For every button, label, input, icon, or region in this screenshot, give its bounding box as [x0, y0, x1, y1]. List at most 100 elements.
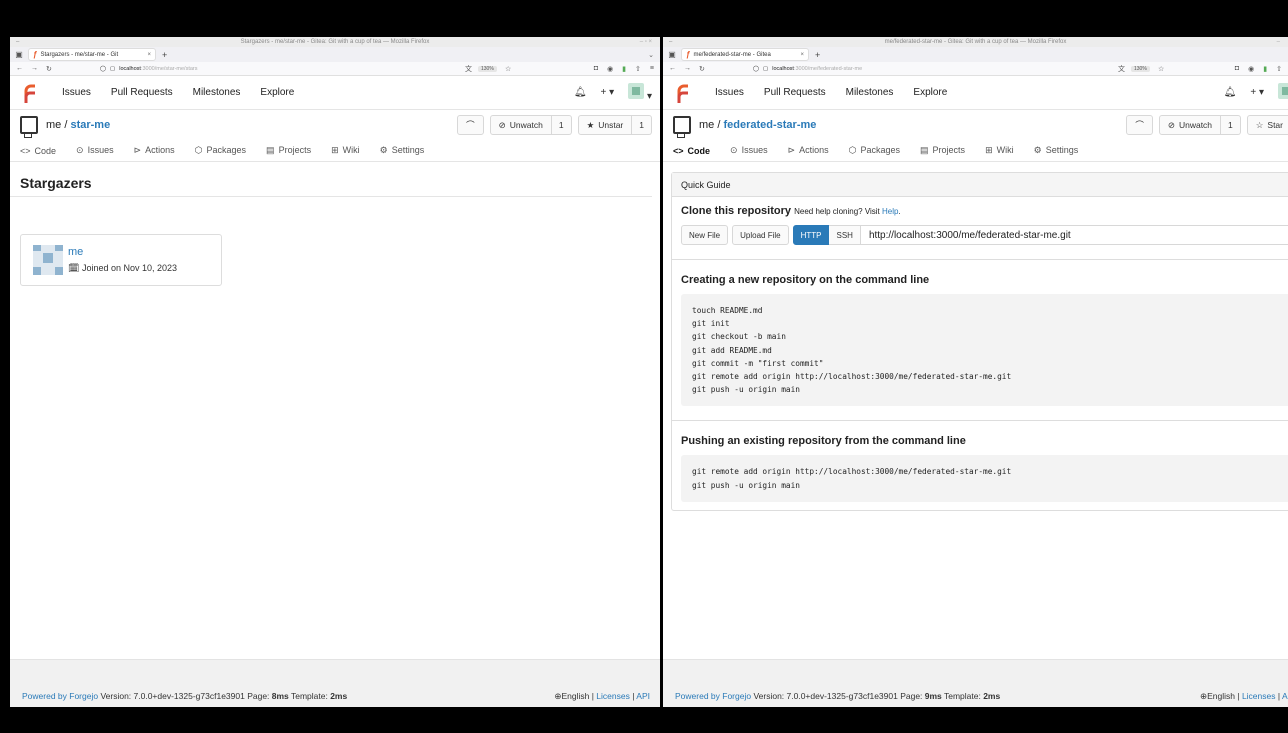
tab-issues[interactable]: ⊙ Issues: [76, 145, 114, 156]
tab-code[interactable]: <> Code: [673, 146, 710, 156]
star-count[interactable]: 1: [632, 115, 652, 135]
language-selector[interactable]: English: [561, 691, 589, 701]
watch-count[interactable]: 1: [1221, 115, 1241, 135]
back-icon[interactable]: ←: [16, 65, 23, 72]
extension-icon[interactable]: ▮: [622, 65, 626, 73]
tab-settings[interactable]: ⚙ Settings: [1034, 145, 1079, 156]
main-nav: Issues Pull Requests Milestones Explore: [62, 87, 294, 98]
share-icon[interactable]: ⇧: [635, 65, 641, 73]
licenses-link[interactable]: Licenses: [1242, 691, 1276, 701]
tab-code[interactable]: <> Code: [20, 146, 56, 156]
repo-owner-link[interactable]: me /: [46, 119, 67, 131]
user-avatar[interactable]: [1278, 83, 1288, 102]
reload-icon[interactable]: ↻: [46, 65, 52, 73]
extension-icon[interactable]: ▮: [1263, 65, 1267, 73]
nav-issues[interactable]: Issues: [715, 87, 744, 98]
tab-wiki[interactable]: ⊞ Wiki: [331, 145, 360, 156]
zoom-level[interactable]: 130%: [1131, 65, 1150, 72]
ssh-button[interactable]: SSH: [829, 225, 861, 245]
window-menu-icon[interactable]: –: [16, 37, 19, 47]
tab-overview-icon[interactable]: ▣: [14, 50, 24, 59]
reload-icon[interactable]: ↻: [699, 65, 705, 73]
api-link[interactable]: API: [636, 691, 650, 701]
tab-wiki[interactable]: ⊞ Wiki: [985, 145, 1014, 156]
tab-packages[interactable]: ⬡ Packages: [195, 145, 246, 156]
pocket-icon[interactable]: ◘: [594, 65, 598, 73]
nav-pull-requests[interactable]: Pull Requests: [764, 87, 826, 98]
forgejo-logo-icon[interactable]: [675, 83, 693, 103]
menu-icon[interactable]: ≡: [650, 65, 654, 73]
unwatch-button[interactable]: ⊘ Unwatch: [489, 115, 552, 135]
account-icon[interactable]: ◉: [1248, 65, 1254, 73]
unstar-button[interactable]: ★ Unstar: [577, 115, 633, 135]
api-link[interactable]: AI: [1282, 691, 1288, 701]
http-button[interactable]: HTTP: [792, 225, 830, 245]
tab-packages[interactable]: ⬡ Packages: [849, 145, 900, 156]
bookmark-star-icon[interactable]: ☆: [1158, 65, 1164, 73]
nav-milestones[interactable]: Milestones: [846, 87, 894, 98]
translate-icon[interactable]: 文: [465, 64, 472, 74]
user-name-link[interactable]: me: [68, 246, 83, 258]
rss-button[interactable]: ⌒: [1126, 115, 1153, 135]
translate-icon[interactable]: 文: [1118, 64, 1125, 74]
url-bar[interactable]: ◯ ▢ localhost:3000/me/star-me/stars: [100, 66, 198, 72]
repo-name-link[interactable]: star-me: [70, 119, 110, 131]
browser-tab[interactable]: ƒ Stargazers - me/star-me - Git ×: [28, 48, 156, 61]
close-tab-icon[interactable]: ×: [800, 52, 804, 58]
notifications-bell-icon[interactable]: 🔔︎: [574, 87, 587, 98]
clone-url-input[interactable]: http://localhost:3000/me/federated-star-…: [860, 225, 1288, 245]
new-tab-icon[interactable]: +: [815, 50, 820, 60]
forgejo-logo-icon[interactable]: [22, 83, 40, 103]
nav-explore[interactable]: Explore: [260, 87, 294, 98]
back-icon[interactable]: ←: [669, 65, 676, 72]
licenses-link[interactable]: Licenses: [596, 691, 630, 701]
template-label: Template:: [288, 691, 331, 701]
window-controls-icon[interactable]: –: [1277, 37, 1280, 47]
repo-owner-link[interactable]: me /: [699, 119, 720, 131]
new-file-button[interactable]: New File: [681, 225, 729, 245]
browser-tab[interactable]: ƒ me/federated-star-me - Gitea ×: [681, 48, 809, 61]
window-menu-icon[interactable]: –: [669, 37, 672, 47]
notifications-bell-icon[interactable]: 🔔︎: [1224, 87, 1237, 98]
watch-count[interactable]: 1: [551, 115, 572, 135]
forgejo-link[interactable]: Powered by Forgejo: [675, 691, 751, 701]
tab-settings[interactable]: ⚙ Settings: [380, 145, 425, 156]
pocket-icon[interactable]: ◘: [1235, 65, 1239, 73]
new-tab-icon[interactable]: +: [162, 50, 167, 60]
rss-button[interactable]: ⌒: [457, 115, 484, 135]
repo-actions: ⌒ ⊘ Unwatch 1 ★ Unstar 1: [457, 115, 652, 135]
forward-icon[interactable]: →: [684, 65, 691, 72]
tab-issues[interactable]: ⊙ Issues: [730, 145, 768, 156]
forward-icon[interactable]: →: [31, 65, 38, 72]
user-avatar[interactable]: [33, 245, 63, 275]
account-icon[interactable]: ◉: [607, 65, 613, 73]
tab-actions[interactable]: ⊳ Actions: [788, 145, 829, 156]
star-button[interactable]: ☆ Star: [1246, 115, 1288, 135]
url-bar[interactable]: ◯ ▢ localhost:3000/me/federated-star-me: [753, 66, 862, 72]
create-plus-icon[interactable]: + ▾: [1250, 87, 1264, 98]
repo-header: me / federated-star-me ⌒ ⊘ Unwatch 1 ☆ Sta…: [663, 110, 1288, 140]
tab-overview-icon[interactable]: ▣: [667, 50, 677, 59]
create-plus-icon[interactable]: + ▾: [601, 87, 615, 98]
repo-name-link[interactable]: federated-star-me: [723, 119, 816, 131]
clone-section: Clone this repository Need help cloning?…: [672, 197, 1288, 253]
nav-explore[interactable]: Explore: [913, 87, 947, 98]
window-controls-icon[interactable]: – ▫ ×: [640, 37, 652, 47]
tab-projects[interactable]: ▤ Projects: [920, 145, 965, 156]
nav-pull-requests[interactable]: Pull Requests: [111, 87, 173, 98]
tab-projects[interactable]: ▤ Projects: [266, 145, 311, 156]
help-link[interactable]: Help: [882, 207, 898, 216]
upload-file-button[interactable]: Upload File: [732, 225, 789, 245]
tab-actions[interactable]: ⊳ Actions: [134, 145, 175, 156]
close-tab-icon[interactable]: ×: [147, 52, 151, 58]
unwatch-button[interactable]: ⊘ Unwatch: [1158, 115, 1222, 135]
nav-issues[interactable]: Issues: [62, 87, 91, 98]
forgejo-link[interactable]: Powered by Forgejo: [22, 691, 98, 701]
share-icon[interactable]: ⇧: [1276, 65, 1282, 73]
user-avatar[interactable]: ▾: [628, 83, 652, 102]
tab-list-chevron-icon[interactable]: ⌄: [648, 51, 654, 59]
bookmark-star-icon[interactable]: ☆: [505, 65, 511, 73]
nav-milestones[interactable]: Milestones: [193, 87, 241, 98]
zoom-level[interactable]: 130%: [478, 65, 497, 72]
language-selector[interactable]: English: [1207, 691, 1235, 701]
